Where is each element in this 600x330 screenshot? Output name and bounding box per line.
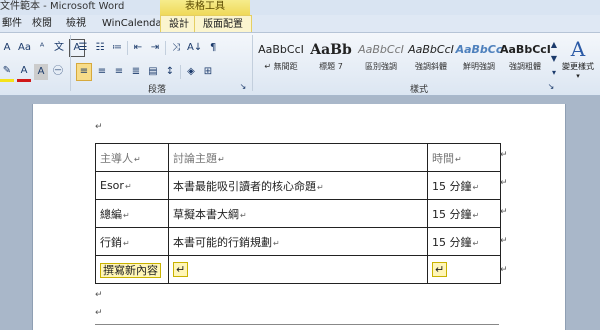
content-control-empty[interactable]: ↵ [432, 262, 448, 277]
paragraph-mark-icon: ↵ [95, 290, 103, 300]
change-styles-label: 變更樣式 [562, 62, 594, 71]
paragraph-dialog-launcher-icon[interactable]: ↘ [236, 79, 250, 95]
paragraph-group-label: 段落 [148, 85, 167, 95]
borders-icon[interactable]: ⊞ [201, 64, 215, 80]
table-header-cell[interactable]: 討論主題↵ [168, 143, 428, 172]
text-direction-icon[interactable]: ⤨ [169, 40, 183, 56]
highlight-icon[interactable]: ✎ [0, 63, 14, 82]
table-cell[interactable]: 15 分鐘↵ [427, 227, 501, 256]
change-styles-button[interactable]: A 變更樣式 ▾ [556, 37, 600, 83]
style-name: ↵ 無間距 [264, 62, 298, 71]
table-cell[interactable]: 15 分鐘↵ [427, 171, 501, 200]
align-left-icon[interactable]: ≡ [76, 63, 92, 81]
table-cell[interactable]: 本書可能的行銷規劃↵ [168, 227, 428, 256]
table-cell[interactable]: 本書最能吸引讀者的核心命題↵ [168, 171, 428, 200]
font-row-1: A Aa ᴬ 文 A [0, 39, 85, 57]
table-cell[interactable]: 總編↵ [95, 199, 169, 228]
table-cell-selected[interactable]: ↵ [427, 255, 501, 284]
char-shading-icon[interactable]: A [34, 64, 48, 80]
style-no-spacing[interactable]: AaBbCcI ↵ 無間距 [256, 39, 306, 79]
tab-mailings[interactable]: 郵件 [2, 15, 22, 32]
paragraph-mark-icon: ↵ [95, 308, 103, 318]
table-cell[interactable]: Esor↵ [95, 171, 169, 200]
style-name: 強調斜體 [415, 62, 447, 71]
change-styles-icon: A [570, 37, 586, 61]
font-row-2: ✎ A A ㊀ [0, 63, 65, 82]
style-sample: AaBbCc [455, 43, 503, 56]
style-subtle-emphasis[interactable]: AaBbCcI 區別強調 [356, 39, 406, 79]
row-end-mark-icon: ↵ [500, 265, 508, 275]
style-sample: AaBbCcI [258, 43, 304, 56]
multilevel-list-icon[interactable]: ≔ [110, 40, 124, 56]
chevron-down-icon: ▾ [576, 72, 580, 80]
phonetic-guide-icon[interactable]: 文 [52, 40, 66, 56]
tab-view[interactable]: 檢視 [66, 15, 86, 32]
font-color-icon[interactable]: A [17, 63, 31, 82]
show-marks-icon[interactable]: ¶ [206, 40, 220, 56]
tab-wincalendar[interactable]: WinCalendar [102, 15, 166, 32]
bullets-icon[interactable]: ☰ [76, 40, 90, 56]
font-size-icon[interactable]: A [0, 40, 14, 56]
paragraph-row-1: ☰ ☷ ≔ ⇤ ⇥ ⤨ A↓ ¶ [76, 39, 220, 57]
discussion-table[interactable]: 主導人↵ 討論主題↵ 時間↵ Esor↵ 本書最能吸引讀者的核心命題↵ 15 分… [95, 143, 501, 284]
style-intense-emphasis[interactable]: AaBbCc 鮮明強調 [454, 39, 504, 79]
style-sample: AaBbCcI [358, 43, 404, 56]
style-name: 強調粗體 [509, 62, 541, 71]
align-right-icon[interactable]: ≡ [112, 64, 126, 80]
sort-icon[interactable]: A↓ [186, 40, 203, 56]
table-header-cell[interactable]: 主導人↵ [95, 143, 169, 172]
content-control-field[interactable]: 撰寫新內容 [100, 262, 161, 278]
decrease-indent-icon[interactable]: ⇤ [131, 40, 145, 56]
styles-group-label: 樣式 [410, 85, 429, 95]
row-end-mark-icon: ↵ [500, 178, 508, 188]
table-cell[interactable]: 草擬本書大綱↵ [168, 199, 428, 228]
style-heading-7[interactable]: AaBb 標題 7 [306, 39, 356, 79]
title-bar: 文件範本 - Microsoft Word 表格工具 [0, 0, 600, 15]
style-sample: AaBbCcI [500, 43, 550, 56]
table-row: Esor↵ 本書最能吸引讀者的核心命題↵ 15 分鐘↵ [95, 171, 501, 200]
clear-format-icon[interactable]: ᴬ [35, 40, 49, 56]
tab-table-design[interactable]: 設計 [160, 15, 198, 32]
table-cell[interactable]: 行銷↵ [95, 227, 169, 256]
style-name: 鮮明強調 [463, 62, 495, 71]
shading-icon[interactable]: ◈ [184, 64, 198, 80]
font-group-divider [70, 35, 71, 91]
distributed-icon[interactable]: ▤ [146, 64, 160, 80]
horizontal-rule [95, 324, 499, 325]
style-sample: AaBbCcI [408, 43, 454, 56]
table-header-row: 主導人↵ 討論主題↵ 時間↵ [95, 143, 501, 172]
change-case-icon[interactable]: Aa [17, 40, 32, 56]
paragraph-mark-icon: ↵ [95, 122, 103, 132]
table-tools-context-label: 表格工具 [160, 0, 250, 15]
ribbon: A Aa ᴬ 文 A ✎ A A ㊀ ☰ ☷ ≔ ⇤ ⇥ ⤨ A↓ ¶ ≡ ≡ … [0, 33, 600, 96]
table-cell-selected[interactable]: ↵ [168, 255, 428, 284]
style-name: 標題 7 [319, 62, 343, 71]
window-title: 文件範本 - Microsoft Word [0, 1, 125, 12]
table-header-cell[interactable]: 時間↵ [427, 143, 501, 172]
row-end-mark-icon: ↵ [500, 150, 508, 160]
enclose-char-icon[interactable]: ㊀ [51, 64, 65, 80]
table-cell-selected[interactable]: 撰寫新內容 [95, 255, 169, 284]
table-row-new: 撰寫新內容 ↵ ↵ [95, 255, 501, 284]
style-name: 區別強調 [365, 62, 397, 71]
numbering-icon[interactable]: ☷ [93, 40, 107, 56]
paragraph-row-2: ≡ ≡ ≡ ≣ ▤ ↕ ◈ ⊞ [76, 63, 215, 81]
tab-review[interactable]: 校閱 [32, 15, 52, 32]
content-control-empty[interactable]: ↵ [173, 262, 189, 277]
style-sample: AaBb [310, 42, 352, 58]
line-spacing-icon[interactable]: ↕ [163, 64, 177, 80]
row-end-mark-icon: ↵ [500, 236, 508, 246]
style-strong[interactable]: AaBbCcI 強調粗體 [500, 39, 550, 79]
table-row: 總編↵ 草擬本書大綱↵ 15 分鐘↵ [95, 199, 501, 228]
paragraph-group-divider [252, 35, 253, 91]
justify-icon[interactable]: ≣ [129, 64, 143, 80]
tab-table-layout[interactable]: 版面配置 [194, 15, 252, 32]
table-cell[interactable]: 15 分鐘↵ [427, 199, 501, 228]
align-center-icon[interactable]: ≡ [95, 64, 109, 80]
style-emphasis[interactable]: AaBbCcI 強調斜體 [406, 39, 456, 79]
table-row: 行銷↵ 本書可能的行銷規劃↵ 15 分鐘↵ [95, 227, 501, 256]
ribbon-tab-row: 郵件 校閱 檢視 WinCalendar 設計 版面配置 [0, 15, 600, 33]
increase-indent-icon[interactable]: ⇥ [148, 40, 162, 56]
row-end-mark-icon: ↵ [500, 207, 508, 217]
